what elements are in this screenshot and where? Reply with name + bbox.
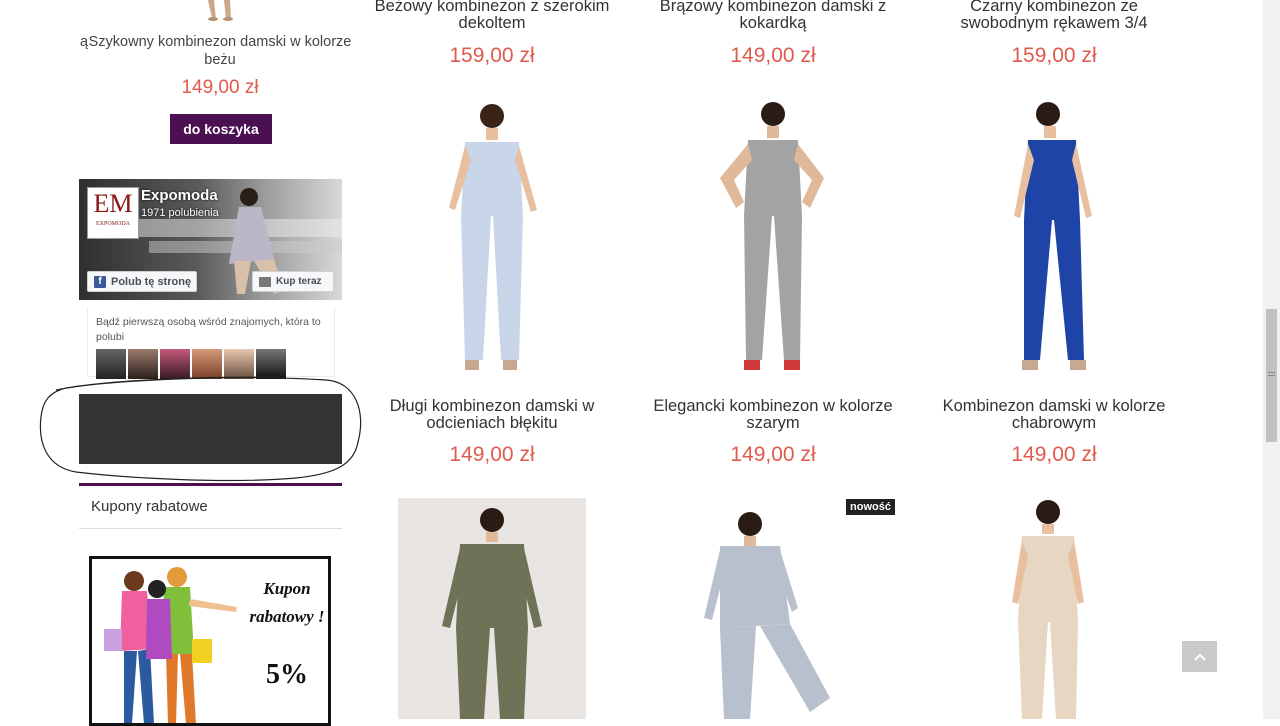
product-price: 159,00 zł: [449, 44, 535, 67]
back-to-top-button[interactable]: [1182, 641, 1217, 672]
hand-drawn-circle: [39, 376, 362, 482]
facebook-likes-count: 1971 polubienia: [141, 207, 219, 219]
expomoda-logo: EM EXPOMODA: [87, 187, 139, 239]
facebook-like-button[interactable]: f Polub tę stronę: [87, 271, 197, 292]
coupons-heading: Kupony rabatowe: [91, 498, 208, 515]
product-title[interactable]: Elegancki kombinezon w kolorze szarym: [653, 398, 893, 432]
product-image-partial[interactable]: [200, 0, 240, 22]
facebook-friends-text: Bądź pierwszą osobą wśród znajomych, któ…: [96, 316, 321, 343]
facebook-icon: f: [94, 275, 106, 288]
coupon-text: Kupon rabatowy !: [249, 579, 325, 626]
product-image[interactable]: [678, 98, 868, 378]
facebook-cover-image[interactable]: EM EXPOMODA Expomoda 1971 polubienia f P…: [79, 179, 342, 300]
shop-now-button[interactable]: Kup teraz: [252, 271, 334, 292]
product-title[interactable]: Kombinezon damski w kolorze chabrowym: [934, 398, 1174, 432]
product-price: 149,00 zł: [730, 443, 816, 466]
product-price: 159,00 zł: [1011, 44, 1097, 67]
sidebar-product-price: 149,00 zł: [181, 77, 259, 98]
product-price: 149,00 zł: [449, 443, 535, 466]
product-image[interactable]: [960, 498, 1150, 719]
coupon-banner[interactable]: Kupon rabatowy ! 5%: [89, 556, 331, 726]
product-image[interactable]: [398, 498, 586, 719]
shopping-bag-icon: [259, 276, 271, 287]
coupon-percent: 5%: [266, 659, 308, 690]
add-to-cart-button[interactable]: do koszyka: [170, 114, 272, 144]
product-title[interactable]: Czarny kombinezon ze swobodnym rękawem 3…: [934, 0, 1174, 32]
product-price: 149,00 zł: [1011, 443, 1097, 466]
product-title[interactable]: Długi kombinezon damski w odcieniach błę…: [372, 398, 612, 432]
shopping-women-illustration: [104, 567, 237, 723]
sidebar-product-title[interactable]: ą Szykowny kombinezon damski w kolorze b…: [80, 33, 354, 69]
product-title[interactable]: Beżowy kombinezon z szerokim dekoltem: [372, 0, 612, 32]
section-divider: [79, 483, 342, 486]
product-image[interactable]: [960, 98, 1150, 378]
chevron-up-icon: [1193, 653, 1206, 661]
facebook-friends-panel: Bądź pierwszą osobą wśród znajomych, któ…: [87, 307, 335, 379]
truncated-text: ą: [80, 34, 89, 50]
facebook-page-widget: EM EXPOMODA Expomoda 1971 polubienia f P…: [79, 179, 342, 379]
product-price: 149,00 zł: [730, 44, 816, 67]
scrollbar-grip: [1268, 372, 1275, 373]
product-image[interactable]: [397, 98, 587, 378]
scrollbar-grip: [1268, 375, 1275, 376]
new-badge: nowość: [846, 499, 895, 515]
product-image[interactable]: [680, 498, 868, 719]
product-title[interactable]: Brązowy kombinezon damski z kokardką: [653, 0, 893, 32]
facebook-page-name[interactable]: Expomoda: [141, 187, 218, 204]
divider: [79, 528, 342, 529]
